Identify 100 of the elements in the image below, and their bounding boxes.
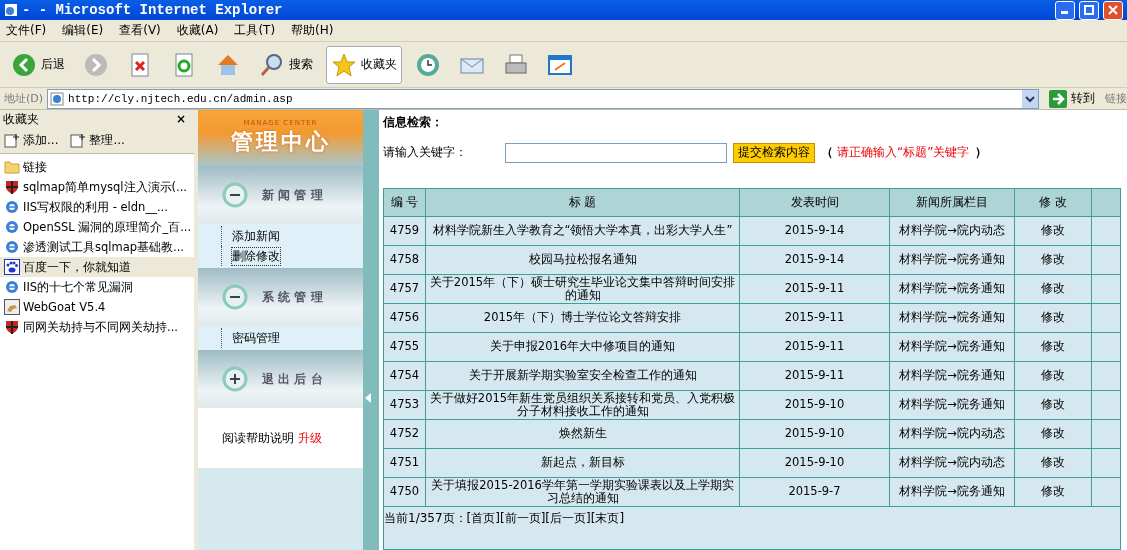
column-header: 标 题 — [425, 188, 740, 217]
table-cell: 2015-9-11 — [739, 332, 890, 362]
table-cell: 焕然新生 — [425, 419, 740, 449]
close-button[interactable]: × — [175, 112, 186, 126]
go-button[interactable]: 转到 — [1043, 89, 1101, 108]
folder-icon — [4, 159, 20, 175]
search-icon — [259, 51, 285, 78]
keyword-field[interactable] — [505, 142, 727, 163]
back-button[interactable]: 后退 — [6, 45, 70, 84]
menu-item[interactable]: 文件(F) — [6, 22, 47, 39]
favorite-item[interactable]: 链接 — [0, 157, 194, 177]
table-cell: 关于申报2016年大中修项目的通知 — [425, 332, 740, 362]
browser-icon — [4, 199, 20, 215]
favorites-button[interactable]: 收藏夹 — [326, 45, 402, 84]
table-cell: 材料学院新生入学教育之“领悟大学本真，出彩大学人生” — [425, 216, 740, 246]
minus-icon — [222, 284, 248, 310]
close-button[interactable] — [1103, 0, 1123, 20]
table-cell: 4750 — [383, 477, 426, 507]
menu-item[interactable]: 帮助(H) — [291, 22, 334, 39]
forward-icon — [83, 51, 109, 78]
table-cell: 2015-9-14 — [739, 216, 890, 246]
menu-section[interactable]: 系 统 管 理 — [198, 268, 363, 326]
table-cell: 材料学院→院内动态 — [889, 448, 1015, 478]
table-cell: 材料学院→院务通知 — [889, 361, 1015, 391]
pager-link[interactable]: [末页] — [590, 509, 625, 549]
table-cell: 关于做好2015年新生党员组织关系接转和党员、入党积极分子材料接收工作的通知 — [425, 390, 740, 420]
table-cell: 4753 — [383, 390, 426, 420]
table-cell: 材料学院→院务通知 — [889, 245, 1015, 275]
organize-button[interactable]: 整理... — [70, 132, 125, 149]
help-link[interactable]: 阅读帮助说明 — [222, 429, 294, 447]
column-header: 发表时间 — [739, 188, 890, 217]
favorite-item[interactable]: WebGoat V5.4 — [0, 297, 194, 317]
favorite-item[interactable]: IIS写权限的利用 - eldn__... — [0, 197, 194, 217]
upgrade-link[interactable]: 升级 — [298, 429, 322, 447]
table-cell: 2015-9-11 — [739, 274, 890, 304]
browser-icon — [4, 219, 20, 235]
menu-section[interactable]: 新 闻 管 理 — [198, 166, 363, 224]
add-button[interactable]: 添加... — [4, 132, 59, 149]
table-cell: 4756 — [383, 303, 426, 333]
edit-link[interactable]: 修改 — [1014, 216, 1092, 246]
edit-link[interactable]: 修改 — [1014, 419, 1092, 449]
table-cell: 2015-9-10 — [739, 419, 890, 449]
pager-link[interactable]: [前一页] — [499, 509, 546, 549]
edit-link[interactable]: 修改 — [1014, 477, 1092, 507]
edit-link[interactable]: 修改 — [1014, 448, 1092, 478]
panel-title: 收藏夹 — [3, 110, 39, 128]
links-label[interactable]: 链接 — [1105, 91, 1127, 106]
submit-button[interactable]: 提交检索内容 — [733, 142, 815, 163]
table-cell: 材料学院→院务通知 — [889, 332, 1015, 362]
back-icon — [11, 51, 37, 78]
search-button[interactable]: 搜索 — [254, 45, 318, 84]
collapse-icon[interactable] — [365, 393, 371, 403]
table-cell: 材料学院→院务通知 — [889, 303, 1015, 333]
maximize-button[interactable] — [1079, 0, 1099, 20]
favorite-item[interactable]: IIS的十七个常见漏洞 — [0, 277, 194, 297]
table-cell: 材料学院→院务通知 — [889, 477, 1015, 507]
history-icon — [415, 51, 441, 78]
page-icon — [4, 3, 18, 17]
column-header: 编 号 — [383, 188, 426, 217]
favorite-item[interactable]: 百度一下，你就知道 — [0, 257, 194, 277]
favorite-item[interactable]: 同网关劫持与不同网关劫持... — [0, 317, 194, 337]
favorite-item[interactable]: 渗透测试工具sqlmap基础教... — [0, 237, 194, 257]
table-cell: 4759 — [383, 216, 426, 246]
dropdown-icon[interactable] — [1022, 89, 1038, 108]
browser-icon — [4, 279, 20, 295]
table-cell: 2015-9-10 — [739, 390, 890, 420]
table-cell: 4755 — [383, 332, 426, 362]
keyword-label: 请输入关键字： — [383, 144, 468, 162]
menu-item[interactable]: 收藏(A) — [176, 22, 219, 39]
edit-link[interactable]: 修改 — [1014, 303, 1092, 333]
menu-item[interactable]: 查看(V) — [119, 22, 161, 39]
table-cell: 4752 — [383, 419, 426, 449]
menu-link[interactable]: 删除修改 — [232, 247, 280, 265]
arrow-icon — [1049, 89, 1067, 108]
menu-section[interactable]: 退 出 后 台 — [198, 350, 363, 408]
favorite-item[interactable]: OpenSSL 漏洞的原理简介_百... — [0, 217, 194, 237]
minus-icon — [222, 182, 248, 208]
edit-link[interactable]: 修改 — [1014, 332, 1092, 362]
table-cell: 材料学院→院内动态 — [889, 216, 1015, 246]
table-cell: 2015年（下）博士学位论文答辩安排 — [425, 303, 740, 333]
bracket: ） — [975, 144, 988, 162]
edit-link[interactable]: 修改 — [1014, 361, 1092, 391]
menu-item[interactable]: 工具(T) — [234, 22, 276, 39]
edit-link[interactable]: 修改 — [1014, 274, 1092, 304]
pager-link[interactable]: [后一页] — [545, 509, 591, 549]
table-cell: 4757 — [383, 274, 426, 304]
shield-icon — [4, 179, 20, 195]
menu-link[interactable]: 添加新闻 — [232, 227, 280, 245]
edit-link[interactable]: 修改 — [1014, 245, 1092, 275]
hint-text: 请正确输入“标题”关键字 — [837, 144, 970, 162]
address-field[interactable]: http://cly.njtech.edu.cn/admin.asp — [47, 88, 1039, 109]
pager-link[interactable]: [首页] — [466, 509, 500, 549]
edit-link[interactable]: 修改 — [1014, 390, 1092, 420]
favorite-item[interactable]: sqlmap简单mysql注入演示(... — [0, 177, 194, 197]
column-header: 新闻所属栏目 — [889, 188, 1015, 217]
document-icon — [70, 132, 87, 149]
table-cell: 材料学院→院务通知 — [889, 390, 1015, 420]
minimize-button[interactable] — [1055, 0, 1075, 20]
menu-item[interactable]: 编辑(E) — [62, 22, 104, 39]
paw-icon — [4, 259, 20, 275]
